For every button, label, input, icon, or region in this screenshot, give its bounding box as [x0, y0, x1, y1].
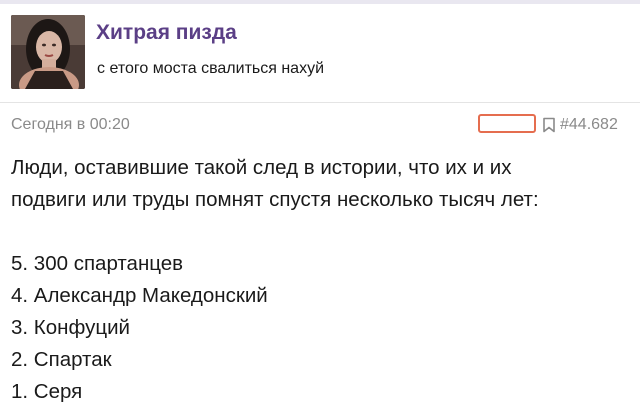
post-body: Люди, оставившие такой след в истории, ч…: [11, 152, 631, 408]
list-item: 5. 300 спартанцев: [11, 252, 184, 275]
post-meta-row: Сегодня в 00:20 #44.682: [0, 104, 640, 144]
channel-title[interactable]: Хитрая пизда: [96, 21, 237, 45]
bookmark-icon[interactable]: [542, 117, 556, 133]
list-item: 2. Спартак: [11, 348, 112, 371]
list-item: 1. Серя: [11, 380, 83, 403]
channel-header[interactable]: Хитрая пизда с етого моста свалиться нах…: [0, 4, 640, 100]
header-divider: [0, 102, 640, 103]
post-spacer: [11, 216, 631, 248]
post-intro-line-2: подвиги или труды помнят спустя нескольк…: [11, 188, 539, 211]
post-timestamp: Сегодня в 00:20: [11, 116, 130, 133]
post-number[interactable]: #44.682: [560, 116, 618, 134]
channel-description: с етого моста свалиться нахуй: [97, 60, 325, 77]
post-intro-line-1: Люди, оставившие такой след в истории, ч…: [11, 156, 512, 179]
list-item: 4. Александр Македонский: [11, 284, 268, 307]
list-item: 3. Конфуций: [11, 316, 130, 339]
ranking-list: 5. 300 спартанцев 4. Александр Македонск…: [11, 248, 631, 408]
highlight-box: [478, 114, 536, 133]
channel-avatar[interactable]: [11, 15, 85, 89]
avatar-image: [11, 15, 85, 89]
